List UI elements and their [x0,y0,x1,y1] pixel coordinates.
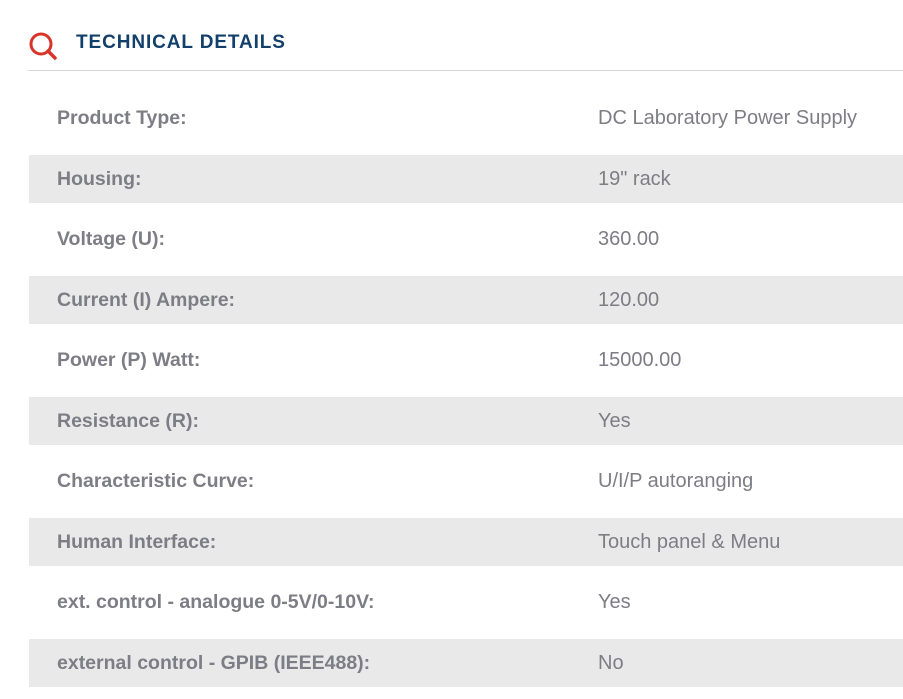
detail-row-power: Power (P) Watt: 15000.00 [29,336,903,384]
detail-label: ext. control - analogue 0-5V/0-10V: [57,591,375,613]
detail-value: 120.00 [598,288,660,311]
detail-value: 15000.00 [598,349,682,371]
detail-row-gpib-control: external control - GPIB (IEEE488): No [29,638,903,687]
detail-value: Touch panel & Menu [598,530,781,553]
detail-label: Product Type: [57,107,187,129]
detail-row-product-type: Product Type: DC Laboratory Power Supply [29,94,903,142]
detail-label: Resistance (R): [57,409,199,432]
detail-label: Voltage (U): [57,228,165,250]
detail-row-current: Current (I) Ampere: 120.00 [29,275,903,324]
detail-label: Housing: [57,167,142,190]
detail-row-housing: Housing: 19" rack [29,154,903,203]
detail-row-analogue-control: ext. control - analogue 0-5V/0-10V: Yes [29,578,903,626]
detail-label: Power (P) Watt: [57,349,201,371]
section-header: TECHNICAL DETAILS [28,0,903,71]
detail-value: DC Laboratory Power Supply [598,107,858,129]
detail-row-characteristic-curve: Characteristic Curve: U/I/P autoranging [29,457,903,505]
detail-row-human-interface: Human Interface: Touch panel & Menu [29,517,903,566]
detail-row-voltage: Voltage (U): 360.00 [29,215,903,263]
detail-value: 19" rack [598,167,671,190]
section-title: TECHNICAL DETAILS [76,32,286,53]
detail-row-resistance: Resistance (R): Yes [29,396,903,445]
detail-label: Characteristic Curve: [57,470,255,492]
search-icon[interactable] [28,31,58,61]
detail-value: Yes [598,409,631,432]
detail-label: Human Interface: [57,530,217,553]
detail-value: No [598,651,624,674]
detail-value: 360.00 [598,228,660,250]
detail-label: Current (I) Ampere: [57,288,236,311]
detail-value: U/I/P autoranging [598,470,754,492]
technical-details-table: Product Type: DC Laboratory Power Supply… [29,94,903,699]
detail-value: Yes [598,591,631,613]
detail-label: external control - GPIB (IEEE488): [57,651,371,674]
